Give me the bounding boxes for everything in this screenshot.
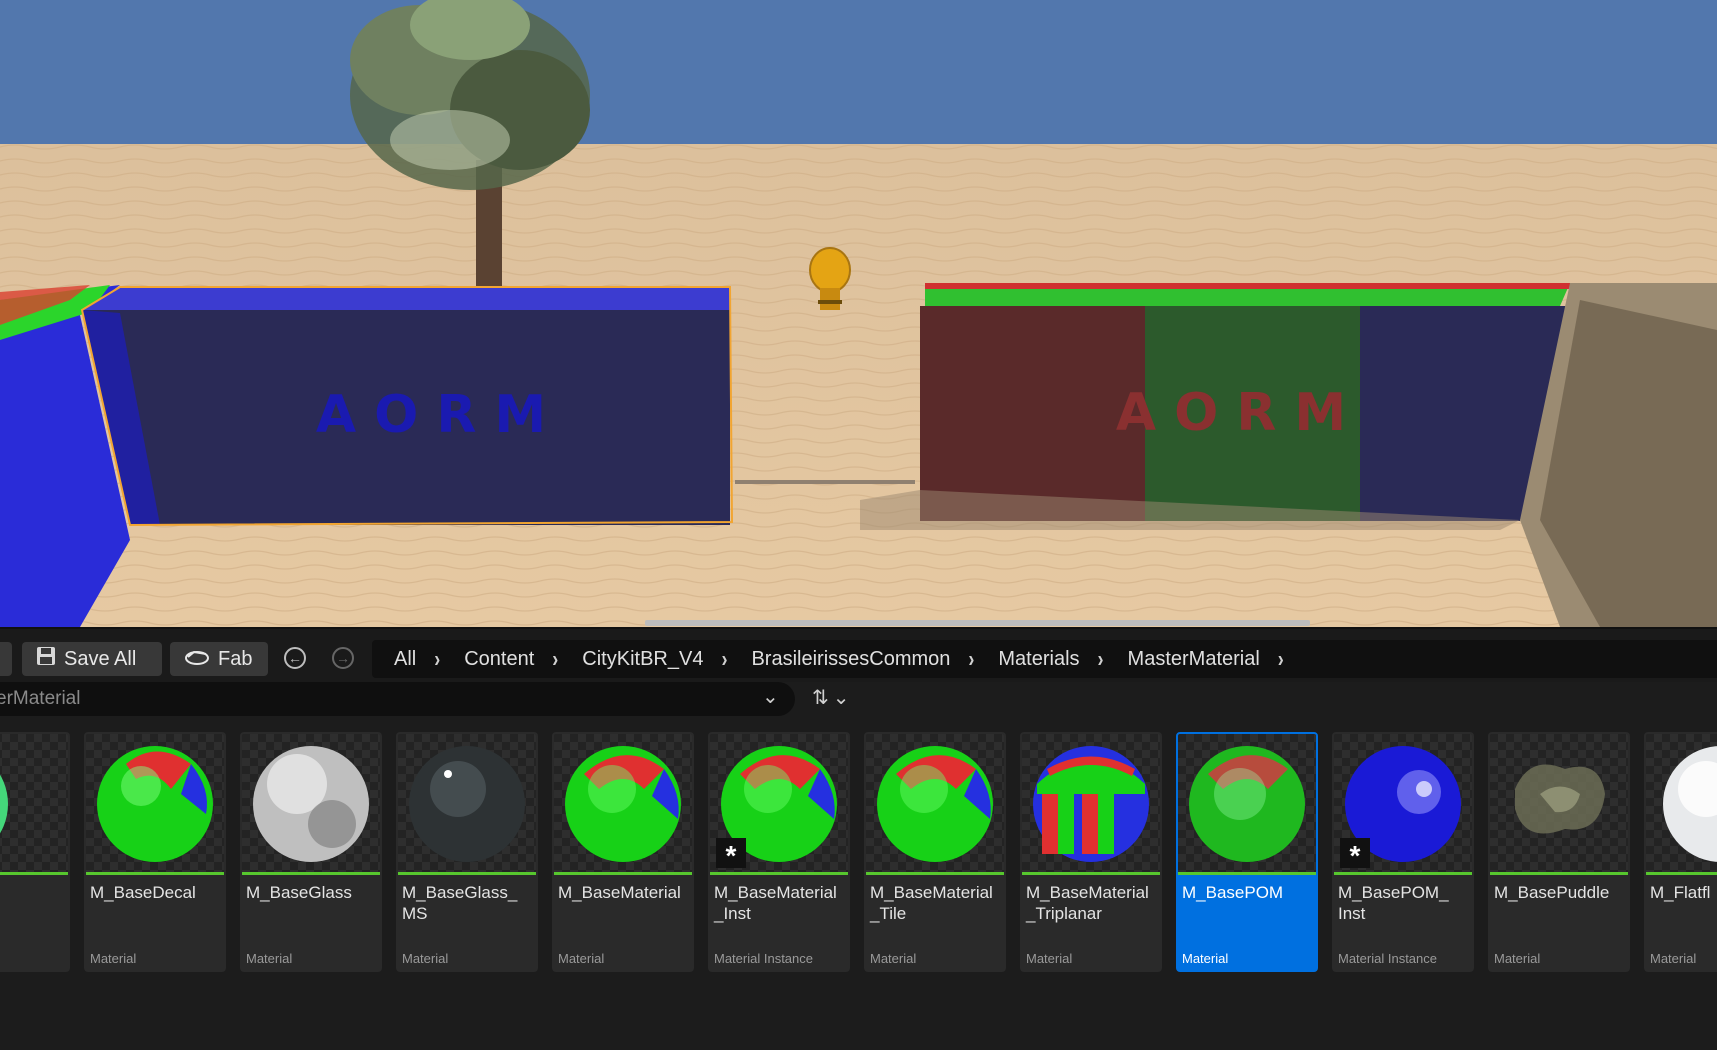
- asset-tile[interactable]: M_BasePuddle Material: [1488, 732, 1630, 972]
- asset-type: Material: [402, 951, 449, 966]
- material-sphere-rainbow-icon: [0, 774, 8, 834]
- asset-tile[interactable]: M_BaseMaterial _Triplanar Material: [1020, 732, 1162, 972]
- material-sphere-green-icon: [565, 746, 681, 862]
- asset-name: M_Flatfl: [1650, 883, 1711, 902]
- save-icon: [36, 646, 56, 672]
- asset-name: M_BaseMaterial _Triplanar: [1026, 883, 1149, 923]
- asset-tile[interactable]: * M_BaseMaterial _Inst Material Instance: [708, 732, 850, 972]
- chevron-right-icon[interactable]: ›: [721, 645, 727, 672]
- right-wall-text: AORM: [1116, 383, 1364, 443]
- left-wall-block[interactable]: AORM: [80, 286, 734, 527]
- breadcrumb-item-all[interactable]: All: [394, 648, 416, 671]
- breadcrumb: All › Content › CityKitBR_V4 › Brasileir…: [372, 640, 1717, 678]
- asset-type: Material: [1026, 951, 1073, 966]
- asset-tile[interactable]: M_BaseGlass Material: [240, 732, 382, 972]
- breadcrumb-item-mastermaterial[interactable]: MasterMaterial: [1128, 648, 1260, 671]
- search-row: erMaterial ⌄ ⇅ ⌄: [0, 682, 1717, 726]
- material-sphere-white-icon: [1663, 746, 1717, 862]
- asset-name: M_BaseMaterial _Tile: [870, 883, 993, 923]
- asset-grid: _ g M_BaseDecal Material M_BaseGlass Materia…: [0, 726, 1717, 1050]
- material-sphere-puddle-icon: [1515, 764, 1605, 834]
- asset-type: Material: [1494, 951, 1541, 966]
- asset-name: M_BaseMaterial _Inst: [714, 883, 837, 923]
- asset-name: M_BasePOM: [1182, 883, 1284, 902]
- asset-name: _ g: [0, 882, 68, 924]
- asset-type: Material Instance: [1338, 951, 1437, 966]
- asset-thumbnail: [866, 734, 1004, 875]
- asset-thumbnail: *: [1334, 734, 1472, 875]
- asset-name: M_BasePuddle: [1494, 883, 1610, 902]
- sort-button[interactable]: ⇅ ⌄: [812, 685, 850, 710]
- asset-type: Material: [1650, 951, 1697, 966]
- asset-tile[interactable]: M_BaseGlass_ MS Material: [396, 732, 538, 972]
- asset-tile[interactable]: _ g: [0, 732, 70, 972]
- fab-label: Fab: [218, 647, 253, 670]
- asset-thumbnail: [1646, 734, 1717, 875]
- asset-tile[interactable]: M_BaseMaterial Material: [552, 732, 694, 972]
- asset-type: Material Instance: [714, 951, 813, 966]
- breadcrumb-item-citykit[interactable]: CityKitBR_V4: [582, 648, 703, 671]
- chevron-down-icon[interactable]: ⌄: [762, 684, 779, 709]
- toolbar-overflow-button[interactable]: [0, 642, 12, 676]
- breadcrumb-item-content[interactable]: Content: [464, 648, 534, 671]
- asset-name: M_BaseDecal: [90, 883, 196, 902]
- chevron-right-icon[interactable]: ›: [552, 645, 558, 672]
- chevron-right-icon[interactable]: ›: [434, 645, 440, 672]
- material-sphere-green-icon: [877, 746, 993, 862]
- chevron-right-icon[interactable]: ›: [1098, 645, 1104, 672]
- level-viewport[interactable]: AORM AORM: [0, 0, 1717, 627]
- viewport-scene: AORM AORM: [0, 0, 1717, 627]
- sky: [0, 0, 1717, 146]
- asset-type: Material: [870, 951, 917, 966]
- fab-button[interactable]: Fab: [170, 642, 268, 676]
- asset-thumbnail: [0, 734, 68, 875]
- asset-name: M_BaseMaterial: [558, 883, 681, 902]
- asset-name: M_BaseGlass: [246, 883, 352, 902]
- asset-name: M_BaseGlass_ MS: [402, 883, 518, 923]
- asset-thumbnail: [1022, 734, 1160, 875]
- asset-tile[interactable]: M_BaseMaterial _Tile Material: [864, 732, 1006, 972]
- asset-thumbnail: [398, 734, 536, 875]
- asset-thumbnail: *: [710, 734, 848, 875]
- asset-type: Material: [1182, 951, 1229, 966]
- material-sphere-glass-icon: [253, 746, 369, 862]
- chevron-right-icon[interactable]: ›: [968, 645, 974, 672]
- search-value: erMaterial: [0, 688, 81, 709]
- content-browser-toolbar: Save All Fab ← → All › Content › CityKit…: [0, 627, 1717, 684]
- breadcrumb-item-brasileirisses[interactable]: BrasileirissesCommon: [751, 648, 950, 671]
- asset-thumbnail: [1178, 734, 1316, 875]
- breadcrumb-item-materials[interactable]: Materials: [998, 648, 1079, 671]
- material-sphere-stripes-icon: [1033, 746, 1149, 862]
- asset-type: Material: [558, 951, 605, 966]
- material-sphere-green-noise-icon: [1189, 746, 1305, 862]
- asset-thumbnail: [1490, 734, 1628, 875]
- save-all-button[interactable]: Save All: [22, 642, 162, 676]
- instance-star-icon: *: [716, 838, 746, 871]
- asset-tile[interactable]: M_BasePOM Material: [1176, 732, 1318, 972]
- forward-arrow-icon[interactable]: →: [332, 647, 354, 669]
- asset-tile[interactable]: M_BaseDecal Material: [84, 732, 226, 972]
- asset-name: M_BasePOM_ Inst: [1338, 883, 1449, 923]
- asset-thumbnail: [242, 734, 380, 875]
- save-all-label: Save All: [64, 647, 137, 670]
- asset-type: Material: [246, 951, 293, 966]
- asset-thumbnail: [554, 734, 692, 875]
- instance-star-icon: *: [1340, 838, 1370, 871]
- back-arrow-icon[interactable]: ←: [284, 647, 306, 669]
- search-input[interactable]: erMaterial: [0, 682, 795, 716]
- material-sphere-green-decal-icon: [97, 746, 213, 862]
- chevron-down-icon: ⌄: [832, 687, 850, 709]
- asset-type: Material: [90, 951, 137, 966]
- asset-tile[interactable]: M_Flatfl Material: [1644, 732, 1717, 972]
- right-wall-block[interactable]: AORM: [860, 283, 1570, 530]
- fab-icon: [184, 648, 210, 671]
- left-wall-text: AORM: [316, 385, 564, 445]
- material-sphere-dark-glass-icon: [409, 746, 525, 862]
- asset-tile[interactable]: * M_BasePOM_ Inst Material Instance: [1332, 732, 1474, 972]
- asset-thumbnail: [86, 734, 224, 875]
- chevron-right-icon[interactable]: ›: [1278, 645, 1284, 672]
- sort-icon: ⇅: [812, 687, 829, 709]
